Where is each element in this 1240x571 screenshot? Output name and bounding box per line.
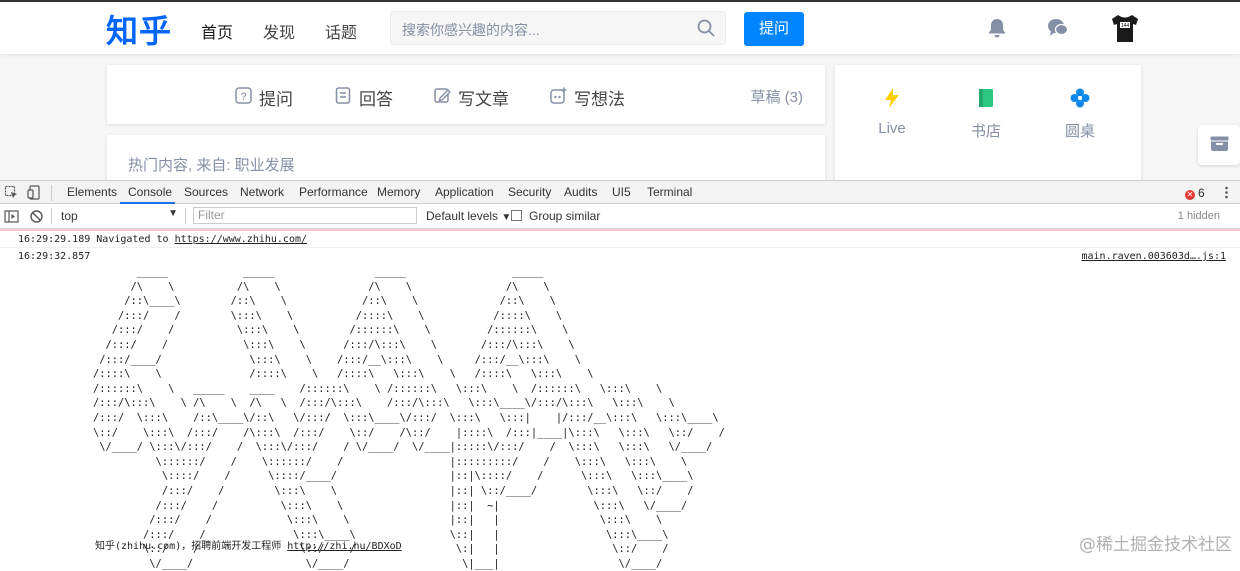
tab-security[interactable]: Security xyxy=(508,185,551,199)
error-count: 6 xyxy=(1198,186,1205,200)
row-divider xyxy=(0,247,1240,248)
error-count-badge[interactable]: ✕ 6 xyxy=(1185,186,1205,200)
messages-icon[interactable] xyxy=(1046,16,1070,40)
recruit-message: 知乎(zhihu.com)，招聘前端开发工程师 http://zhi.hu/BD… xyxy=(95,537,402,552)
clear-console-icon[interactable] xyxy=(29,209,44,224)
search-placeholder: 搜索你感兴趣的内容... xyxy=(402,22,540,38)
group-similar-checkbox[interactable] xyxy=(511,210,522,221)
tab-console[interactable]: Console xyxy=(128,185,172,199)
write-thought[interactable]: 写想法 xyxy=(550,85,625,110)
write-ask[interactable]: ? 提问 xyxy=(235,85,293,110)
dropdown-arrow-icon: ▼ xyxy=(168,208,178,219)
write-answer-label: 回答 xyxy=(359,90,393,109)
feed-source-title: 热门内容, 来自: 职业发展 xyxy=(128,157,295,174)
device-toggle-icon[interactable] xyxy=(27,185,42,200)
tab-elements[interactable]: Elements xyxy=(67,185,117,199)
navigation-message: 16:29:29.189 Navigated to https://www.zh… xyxy=(18,234,307,245)
zhihu-page: 知乎 首页 发现 话题 搜索你感兴趣的内容... 提问 144 ? 提问 回答 … xyxy=(0,0,1240,180)
error-highlight-line xyxy=(0,229,1240,231)
context-value: top xyxy=(61,209,78,223)
side-item-live[interactable]: Live xyxy=(862,87,922,137)
more-options-icon[interactable] xyxy=(1219,185,1234,200)
error-icon: ✕ xyxy=(1185,190,1195,200)
zhihu-ascii-art: _____ _____ _____ _____ /\ \ /\ \ /\ \ /… xyxy=(93,266,725,570)
tab-separator xyxy=(51,185,52,201)
lightning-icon xyxy=(885,88,899,108)
group-similar-label: Group similar xyxy=(529,209,601,223)
write-answer[interactable]: 回答 xyxy=(335,85,393,110)
group-similar-toggle[interactable]: Group similar xyxy=(511,209,600,223)
box-icon xyxy=(1209,135,1230,151)
side-item-bookstore[interactable]: 书店 xyxy=(956,87,1016,141)
question-icon: ? xyxy=(235,87,252,104)
nav-text: Navigated to xyxy=(96,234,169,245)
dropdown-arrow-icon: ▼ xyxy=(501,212,512,223)
side-bookstore-label: 书店 xyxy=(970,123,1001,140)
log-source-link[interactable]: main.raven.003603d….js:1 xyxy=(1082,251,1227,262)
roundtable-icon xyxy=(1070,88,1090,108)
tab-memory[interactable]: Memory xyxy=(377,185,420,199)
search-icon[interactable] xyxy=(697,19,715,37)
nav-timestamp: 16:29:29.189 xyxy=(18,234,91,245)
svg-text:144: 144 xyxy=(1121,23,1130,29)
avatar[interactable]: 144 xyxy=(1110,12,1140,44)
drafts-link[interactable]: 草稿 (3) xyxy=(750,86,803,107)
nav-url-link[interactable]: https://www.zhihu.com/ xyxy=(175,234,307,245)
write-thought-label: 写想法 xyxy=(574,90,625,109)
pencil-icon xyxy=(434,88,451,103)
devtools-panel: Elements Console Sources Network Perform… xyxy=(0,180,1240,570)
nav-topics[interactable]: 话题 xyxy=(325,19,357,43)
write-article[interactable]: 写文章 xyxy=(434,85,509,110)
filter-input[interactable]: Filter xyxy=(193,207,417,224)
side-live-label: Live xyxy=(878,120,906,137)
inspect-element-icon[interactable] xyxy=(4,185,19,200)
side-roundtable-label: 圆桌 xyxy=(1064,123,1095,140)
search-input[interactable]: 搜索你感兴趣的内容... xyxy=(390,11,726,45)
nav-home[interactable]: 首页 xyxy=(201,19,233,43)
back-to-top-button[interactable] xyxy=(1198,125,1240,165)
feed-card: 热门内容, 来自: 职业发展 xyxy=(107,135,825,180)
idea-icon xyxy=(550,87,567,104)
toolbar-separator xyxy=(185,208,186,224)
console-toolbar: top ▼ Filter Default levels ▼ Group simi… xyxy=(0,204,1240,229)
nav-discover[interactable]: 发现 xyxy=(263,19,295,43)
ask-question-button[interactable]: 提问 xyxy=(744,12,804,46)
devtools-tab-bar: Elements Console Sources Network Perform… xyxy=(0,180,1240,204)
tab-terminal[interactable]: Terminal xyxy=(647,185,692,199)
svg-text:?: ? xyxy=(240,91,246,103)
book-icon xyxy=(979,89,993,107)
tab-sources[interactable]: Sources xyxy=(184,185,228,199)
sidebar-toggle-icon[interactable] xyxy=(4,209,19,224)
write-ask-label: 提问 xyxy=(259,90,293,109)
log-levels-dropdown[interactable]: Default levels ▼ xyxy=(426,209,511,223)
tab-performance[interactable]: Performance xyxy=(299,185,368,199)
console-output: 16:29:29.189 Navigated to https://www.zh… xyxy=(0,229,1240,570)
side-item-roundtable[interactable]: 圆桌 xyxy=(1050,87,1110,141)
bell-icon[interactable] xyxy=(985,16,1009,40)
answer-icon xyxy=(335,87,351,104)
zhihu-logo[interactable]: 知乎 xyxy=(106,6,172,52)
write-bar: ? 提问 回答 写文章 写想法 草稿 (3) xyxy=(107,65,825,124)
toolbar-separator xyxy=(51,208,52,224)
side-card: Live 书店 圆桌 xyxy=(835,65,1141,180)
tab-network[interactable]: Network xyxy=(240,185,284,199)
watermark-text: @稀土掘金技术社区 xyxy=(1079,535,1232,555)
recruit-link[interactable]: http://zhi.hu/BDXoD xyxy=(287,541,401,552)
tab-audits[interactable]: Audits xyxy=(564,185,597,199)
recruit-text: 知乎(zhihu.com)，招聘前端开发工程师 xyxy=(95,541,282,552)
write-article-label: 写文章 xyxy=(458,90,509,109)
log-timestamp: 16:29:32.857 xyxy=(18,251,91,262)
log-levels-label: Default levels xyxy=(426,209,499,223)
top-bar: 知乎 首页 发现 话题 搜索你感兴趣的内容... 提问 144 xyxy=(0,0,1240,54)
context-selector[interactable]: top ▼ xyxy=(55,208,180,224)
tab-application[interactable]: Application xyxy=(435,185,494,199)
tab-ui5[interactable]: UI5 xyxy=(612,185,631,199)
hidden-messages-count: 1 hidden xyxy=(1177,210,1220,222)
